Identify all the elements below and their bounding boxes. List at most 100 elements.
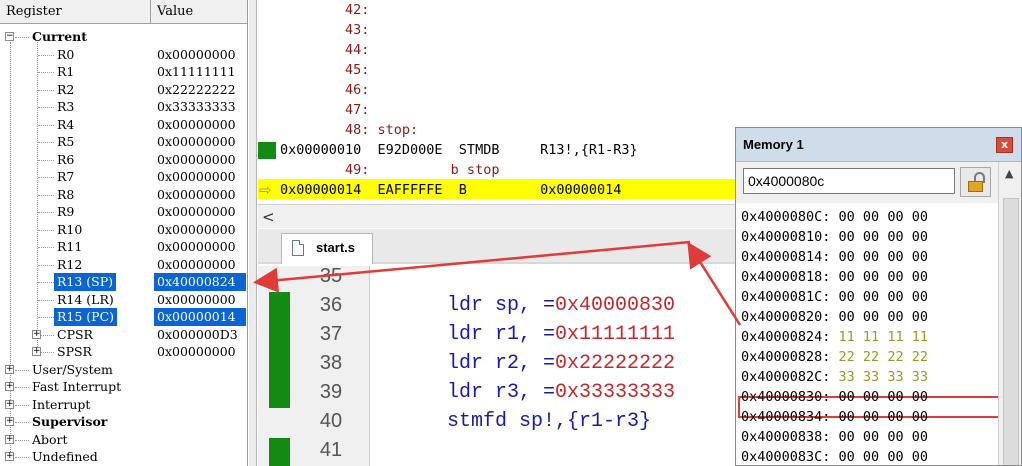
- register-row[interactable]: + CPSR 0x000000D3: [0, 326, 247, 344]
- source-line[interactable]: 43:: [258, 20, 738, 40]
- register-value[interactable]: 0x00000000: [157, 256, 236, 274]
- code-line[interactable]: ldr r1, =0x11111111: [447, 320, 675, 349]
- code-line[interactable]: stmfd sp!,{r1-r3}: [447, 407, 651, 436]
- register-value[interactable]: 0x00000000: [157, 291, 236, 309]
- code-line[interactable]: ldr r2, =0x22222222: [447, 349, 675, 378]
- memory-row[interactable]: 0x40000828: 22 22 22 22: [741, 347, 928, 367]
- expand-icon[interactable]: +: [5, 452, 14, 461]
- register-group-undefined[interactable]: + Undefined: [0, 448, 247, 466]
- panel-splitter[interactable]: [249, 0, 257, 466]
- code-text: ldr r2, =: [447, 352, 556, 375]
- scroll-up-icon[interactable]: ▲: [1005, 167, 1013, 180]
- expand-icon[interactable]: +: [5, 434, 14, 444]
- disassembly-line[interactable]: 0x00000014 EAFFFFFE B 0x00000014 ⇨: [258, 180, 738, 200]
- expand-icon[interactable]: +: [32, 329, 41, 339]
- register-group-abort[interactable]: + Abort: [0, 431, 247, 449]
- disassembly-line[interactable]: 0x00000010 E92D000E STMDB R13!,{R1-R3}: [258, 140, 738, 160]
- expand-icon[interactable]: +: [32, 347, 41, 356]
- code-line[interactable]: ldr sp, =0x40000830: [447, 291, 675, 320]
- register-row[interactable]: + SPSR 0x00000000: [0, 343, 247, 361]
- memory-row[interactable]: 0x40000820: 00 00 00 00: [741, 307, 928, 327]
- register-value[interactable]: 0x11111111: [157, 63, 236, 81]
- scroll-thumb[interactable]: [1003, 198, 1019, 465]
- register-value[interactable]: 0x00000014: [154, 308, 246, 326]
- coverage-marker: [269, 292, 290, 408]
- register-group-supervisor[interactable]: + Supervisor: [0, 413, 247, 431]
- register-row[interactable]: R3 0x33333333: [0, 98, 247, 116]
- register-row[interactable]: R1 0x11111111: [0, 63, 247, 81]
- register-row[interactable]: R11 0x00000000: [0, 238, 247, 256]
- scroll-left-icon[interactable]: <: [262, 208, 275, 226]
- register-value[interactable]: 0x00000000: [157, 116, 236, 134]
- register-row[interactable]: R12 0x00000000: [0, 256, 247, 274]
- register-value[interactable]: 0x40000824: [154, 273, 246, 291]
- register-value[interactable]: 0x00000000: [157, 151, 236, 169]
- register-row[interactable]: R8 0x00000000: [0, 186, 247, 204]
- lock-body-icon: [968, 181, 983, 192]
- register-row[interactable]: R9 0x00000000: [0, 203, 247, 221]
- memory-row[interactable]: 0x4000083C: 00 00 00 00: [741, 447, 928, 465]
- register-row[interactable]: R10 0x00000000: [0, 221, 247, 239]
- register-value[interactable]: 0x33333333: [157, 98, 236, 116]
- expand-icon[interactable]: +: [5, 382, 14, 391]
- register-row[interactable]: R6 0x00000000: [0, 151, 247, 169]
- memory-row[interactable]: 0x40000818: 00 00 00 00: [741, 267, 928, 287]
- source-editor[interactable]: 35 36 37 38 39 40 41 ldr sp, =0x40000830 ldr r1…: [258, 266, 738, 466]
- memory-row[interactable]: 0x40000830: 00 00 00 00: [741, 387, 928, 407]
- register-value[interactable]: 0x00000000: [157, 221, 236, 239]
- register-column-header[interactable]: Register: [0, 0, 151, 24]
- memory-address-input[interactable]: 0x4000080c: [743, 168, 955, 194]
- register-group-interrupt[interactable]: + Interrupt: [0, 396, 247, 414]
- register-row[interactable]: R7 0x00000000: [0, 168, 247, 186]
- register-row[interactable]: R13 (SP) 0x40000824: [0, 273, 247, 291]
- expand-icon[interactable]: +: [5, 399, 14, 409]
- register-row[interactable]: R15 (PC) 0x00000014: [0, 308, 247, 326]
- memory-address: 0x40000814:: [741, 249, 831, 265]
- register-row[interactable]: R4 0x00000000: [0, 116, 247, 134]
- source-line[interactable]: 42:: [258, 0, 738, 20]
- register-row[interactable]: R2 0x22222222: [0, 81, 247, 99]
- register-value[interactable]: 0x00000000: [157, 133, 236, 151]
- register-group-fast-interrupt[interactable]: + Fast Interrupt: [0, 378, 247, 396]
- memory-row[interactable]: 0x4000080C: 00 00 00 00: [741, 207, 928, 227]
- lock-button[interactable]: [960, 167, 991, 197]
- register-value[interactable]: 0x00000000: [157, 203, 236, 221]
- register-group-user-system[interactable]: + User/System: [0, 361, 247, 379]
- memory-title-bar[interactable]: Memory 1 x: [736, 128, 1021, 162]
- register-value[interactable]: 0x22222222: [157, 81, 236, 99]
- memory-bytes: 00 00 00 00: [838, 249, 928, 265]
- register-row[interactable]: R0 0x00000000: [0, 46, 247, 64]
- source-line[interactable]: 48: stop:: [258, 120, 738, 140]
- source-line[interactable]: 46:: [258, 80, 738, 100]
- register-value[interactable]: 0x00000000: [157, 46, 236, 64]
- register-row[interactable]: R14 (LR) 0x00000000: [0, 291, 247, 309]
- register-value[interactable]: 0x000000D3: [157, 326, 238, 344]
- source-line[interactable]: 45:: [258, 60, 738, 80]
- disassembly-horizontal-scrollbar[interactable]: <: [258, 204, 738, 228]
- memory-row[interactable]: 0x4000082C: 33 33 33 33: [741, 367, 928, 387]
- tab-start-s[interactable]: start.s: [281, 233, 373, 264]
- source-line[interactable]: 47:: [258, 100, 738, 120]
- collapse-icon[interactable]: −: [5, 32, 14, 41]
- disassembly-text: 0x00000010 E92D000E STMDB R13!,{R1-R3}: [280, 142, 638, 158]
- memory-row[interactable]: 0x40000834: 00 00 00 00: [741, 407, 928, 427]
- register-group-label: Interrupt: [32, 396, 91, 412]
- code-line[interactable]: ldr r3, =0x33333333: [447, 378, 675, 407]
- memory-row[interactable]: 0x40000810: 00 00 00 00: [741, 227, 928, 247]
- memory-row[interactable]: 0x40000838: 00 00 00 00: [741, 427, 928, 447]
- expand-icon[interactable]: +: [5, 364, 14, 374]
- value-column-header[interactable]: Value: [151, 0, 247, 24]
- memory-row[interactable]: 0x40000824: 11 11 11 11: [741, 327, 928, 347]
- memory-vertical-scrollbar[interactable]: ▲: [998, 162, 1021, 465]
- source-line[interactable]: 49: b stop: [258, 160, 738, 180]
- expand-icon[interactable]: +: [5, 417, 14, 426]
- source-line[interactable]: 44:: [258, 40, 738, 60]
- register-value[interactable]: 0x00000000: [157, 186, 236, 204]
- memory-row[interactable]: 0x40000814: 00 00 00 00: [741, 247, 928, 267]
- register-value[interactable]: 0x00000000: [157, 238, 236, 256]
- register-value[interactable]: 0x00000000: [157, 343, 236, 361]
- close-icon[interactable]: x: [996, 137, 1013, 153]
- memory-row[interactable]: 0x4000081C: 00 00 00 00: [741, 287, 928, 307]
- register-value[interactable]: 0x00000000: [157, 168, 236, 186]
- register-row[interactable]: R5 0x00000000: [0, 133, 247, 151]
